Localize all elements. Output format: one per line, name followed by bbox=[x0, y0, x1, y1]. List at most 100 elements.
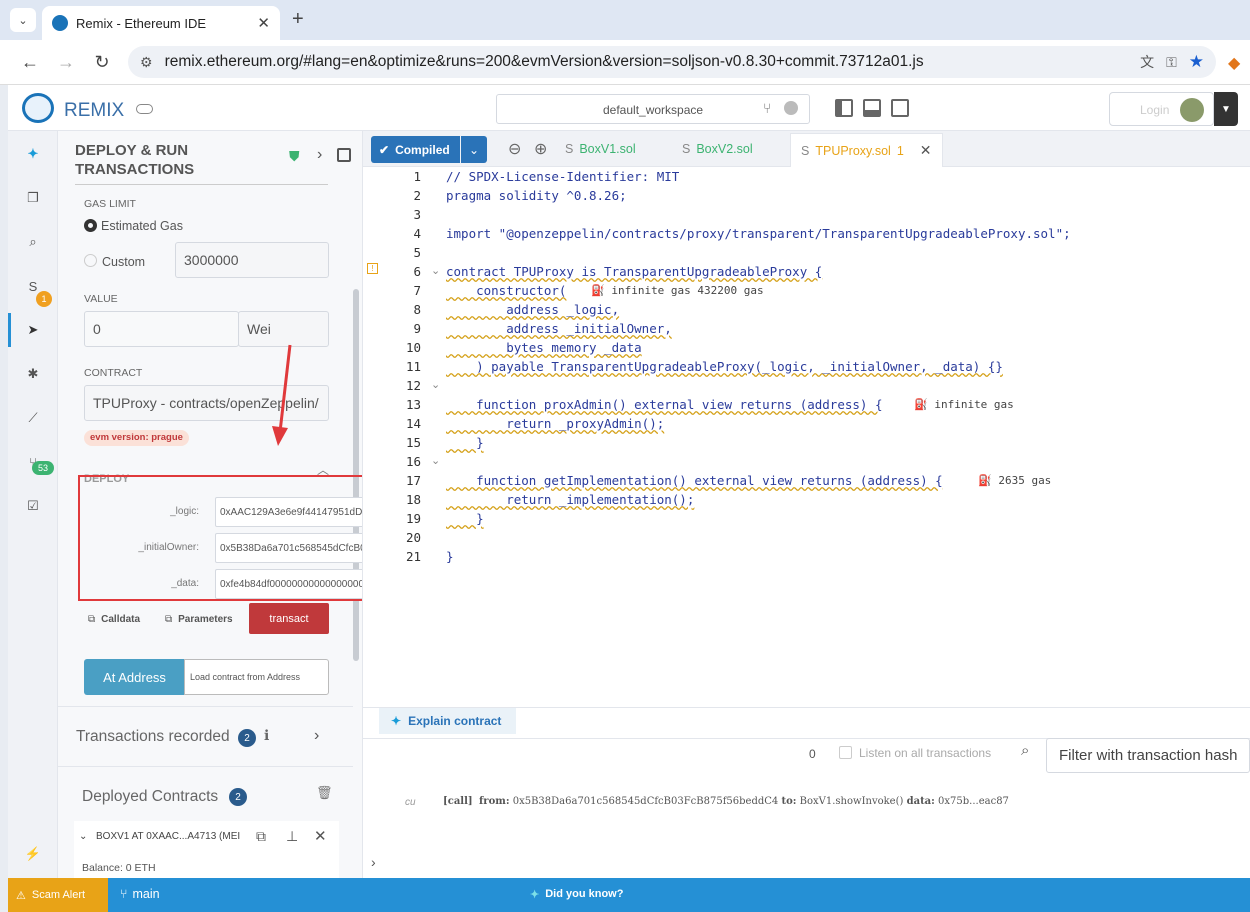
chevron-right-icon[interactable]: › bbox=[314, 727, 319, 745]
code-line: function proxAdmin() external view retur… bbox=[446, 397, 883, 412]
zoom-in-icon[interactable]: ⊕ bbox=[534, 139, 547, 159]
tab-tpuproxy[interactable]: S TPUProxy.sol 1 ✕ bbox=[790, 133, 943, 167]
icon-panel: ✦ ❐ ⌕ S 1 ➤ ✱ ⟋ ⑂ 53 ☑ ⚡ bbox=[8, 131, 58, 878]
active-indicator bbox=[8, 313, 11, 347]
search-icon[interactable]: ⌕ bbox=[18, 227, 48, 257]
key-icon[interactable]: ⚿ bbox=[1166, 54, 1177, 71]
explain-label: Explain contract bbox=[408, 714, 502, 728]
tab-boxv1[interactable]: S BoxV1.sol bbox=[565, 142, 636, 156]
log-to: BoxV1.showInvoke() bbox=[799, 796, 904, 807]
fold-icon[interactable]: ⌄ bbox=[431, 454, 440, 467]
metamask-icon[interactable]: ◆ bbox=[1228, 53, 1240, 73]
deploy-run-icon[interactable]: ➤ bbox=[18, 315, 48, 345]
git-branch-status[interactable]: ⑂ main bbox=[120, 887, 160, 901]
toggle-right-panel-icon[interactable] bbox=[891, 99, 909, 117]
code-line: address _logic, bbox=[446, 302, 620, 317]
line-number: 14 bbox=[405, 416, 421, 431]
filter-input[interactable]: Filter with transaction hash bbox=[1046, 738, 1250, 773]
line-number: 6 bbox=[413, 264, 421, 279]
scam-alert-button[interactable]: ⚠ Scam Alert bbox=[8, 878, 108, 912]
forward-icon[interactable]: → bbox=[53, 49, 79, 75]
fold-icon[interactable]: ⌄ bbox=[431, 264, 440, 277]
remix-logo-icon bbox=[22, 93, 54, 123]
code-line: contract TPUProxy is TransparentUpgradea… bbox=[446, 264, 823, 279]
unit-testing-icon[interactable]: ☑ bbox=[18, 491, 48, 521]
check-icon: ✔ bbox=[379, 142, 390, 157]
did-you-know[interactable]: ✦ Did you know? bbox=[530, 888, 623, 901]
log-data-label: data: bbox=[906, 796, 935, 807]
log-to-label: to: bbox=[781, 796, 797, 807]
terminal-log[interactable]: [call] from: 0x5B38Da6a701c568545dCfcB03… bbox=[443, 796, 1009, 807]
translate-icon[interactable]: 文 bbox=[1140, 52, 1154, 72]
explain-contract-button[interactable]: ✦ Explain contract bbox=[379, 708, 516, 734]
browser-tab[interactable]: Remix - Ethereum IDE ✕ bbox=[42, 6, 280, 40]
gas-hint-13-text: infinite gas bbox=[934, 398, 1014, 411]
log-from: 0x5B38Da6a701c568545dCfcB03FcB875f56bedd… bbox=[512, 796, 779, 807]
deployed-contract-name[interactable]: BOXV1 AT 0XAAC...A4713 (MEI bbox=[96, 831, 244, 842]
listen-checkbox[interactable] bbox=[839, 746, 852, 759]
custom-gas-radio[interactable] bbox=[84, 254, 97, 267]
pin-icon[interactable]: ⊥ bbox=[286, 828, 298, 845]
ai-assistant-icon[interactable]: ✦ bbox=[18, 139, 48, 169]
close-tab-icon[interactable]: ✕ bbox=[920, 142, 932, 159]
toggle-terminal-icon[interactable] bbox=[863, 99, 881, 117]
compile-options-icon[interactable]: ⌄ bbox=[461, 136, 487, 163]
call-icon: cu bbox=[405, 797, 416, 808]
plugin-manager-icon[interactable]: ⚡ bbox=[18, 839, 48, 869]
trash-icon[interactable]: 🗑 bbox=[316, 785, 333, 801]
github-login-button[interactable]: Login bbox=[1109, 92, 1214, 126]
parameters-button[interactable]: ⧉ Parameters bbox=[165, 614, 233, 625]
estimated-gas-radio[interactable] bbox=[84, 219, 97, 232]
git-branch-icon: ⑂ bbox=[763, 100, 772, 116]
calldata-button[interactable]: ⧉ Calldata bbox=[88, 614, 140, 625]
fold-icon[interactable]: ⌄ bbox=[431, 378, 440, 391]
warning-gutter-icon[interactable]: ! bbox=[367, 263, 378, 274]
transact-button[interactable]: transact bbox=[249, 603, 329, 634]
debugger-icon[interactable]: ✱ bbox=[18, 359, 48, 389]
workspace-dropdown-icon[interactable] bbox=[784, 101, 798, 115]
chevron-down-icon[interactable]: ⌄ bbox=[79, 831, 87, 842]
listen-label: Listen on all transactions bbox=[859, 746, 992, 760]
theme-toggle-icon[interactable] bbox=[136, 104, 153, 114]
value-input[interactable]: 0 bbox=[84, 311, 239, 347]
line-number: 1 bbox=[413, 169, 421, 184]
bookmark-star-icon[interactable]: ★ bbox=[1189, 52, 1204, 72]
info-icon[interactable]: ℹ bbox=[264, 727, 269, 744]
transactions-count-badge: 2 bbox=[238, 729, 256, 747]
code-line: bytes memory _data bbox=[446, 340, 642, 355]
deployed-count-badge: 2 bbox=[229, 788, 247, 806]
copy-icon[interactable]: ⧉ bbox=[256, 828, 266, 845]
custom-gas-input[interactable]: 3000000 bbox=[175, 242, 329, 278]
solidity-file-icon: S bbox=[801, 143, 810, 158]
workspace-selector[interactable]: default_workspace ⑂ bbox=[496, 94, 810, 124]
close-panel-icon[interactable] bbox=[337, 148, 351, 162]
chevron-right-icon[interactable]: › bbox=[317, 146, 322, 164]
log-data: 0x75b...eac87 bbox=[938, 796, 1009, 807]
at-address-button[interactable]: At Address bbox=[84, 659, 185, 695]
toggle-left-panel-icon[interactable] bbox=[835, 99, 853, 117]
analytics-icon[interactable]: ⟋ bbox=[18, 403, 48, 433]
tab-boxv2[interactable]: S BoxV2.sol bbox=[682, 142, 753, 156]
reload-icon[interactable]: ↻ bbox=[89, 49, 115, 75]
code-line: return _implementation(); bbox=[446, 492, 695, 507]
status-bar: ⚠ Scam Alert ⑂ main ✦ Did you know? bbox=[8, 878, 1250, 912]
load-contract-input[interactable]: Load contract from Address bbox=[184, 659, 329, 695]
url-field[interactable]: ⚙ remix.ethereum.org/#lang=en&optimize&r… bbox=[128, 46, 1216, 78]
close-tab-icon[interactable]: ✕ bbox=[257, 14, 270, 32]
calldata-label: Calldata bbox=[101, 614, 141, 625]
ai-icon: ✦ bbox=[391, 714, 402, 728]
divider bbox=[58, 766, 353, 767]
tab-list-icon[interactable]: ⌄ bbox=[10, 8, 36, 32]
code-editor[interactable]: 1 // SPDX-License-Identifier: MIT 2 pragma … bbox=[363, 167, 1250, 707]
code-line: function getImplementation() external vi… bbox=[446, 473, 943, 488]
new-tab-icon[interactable]: + bbox=[292, 8, 304, 31]
transactions-recorded-label[interactable]: Transactions recorded bbox=[76, 728, 230, 746]
login-dropdown-icon[interactable]: ▼ bbox=[1214, 92, 1238, 126]
terminal-prompt-icon[interactable]: › bbox=[371, 854, 376, 870]
back-icon[interactable]: ← bbox=[17, 49, 43, 75]
compile-button[interactable]: ✔ Compiled bbox=[371, 136, 460, 163]
site-info-icon[interactable]: ⚙ bbox=[140, 54, 153, 71]
close-icon[interactable]: ✕ bbox=[314, 827, 327, 845]
zoom-out-icon[interactable]: ⊖ bbox=[508, 139, 521, 159]
file-explorer-icon[interactable]: ❐ bbox=[18, 183, 48, 213]
